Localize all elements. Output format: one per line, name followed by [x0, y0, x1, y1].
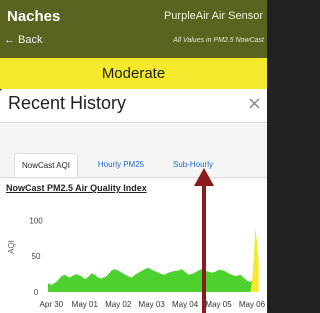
x-tick-label: May 03 — [139, 300, 166, 309]
close-icon[interactable]: × — [247, 93, 262, 114]
aqi-category-banner: Moderate — [0, 58, 267, 89]
tab-sub-hourly[interactable]: Sub-Hourly — [162, 153, 224, 177]
y-tick-label: 50 — [32, 252, 41, 261]
values-note: All Values in PM2.5 NowCast — [173, 37, 264, 44]
x-tick-label: Apr 30 — [40, 300, 64, 309]
tab-nowcast-aqi[interactable]: NowCast AQI — [14, 153, 78, 177]
back-button[interactable]: ← Back — [4, 34, 43, 46]
location-title: Naches — [7, 8, 61, 25]
tab-hourly-pm25[interactable]: Hourly PM25 — [88, 153, 154, 177]
x-tick-label: May 02 — [105, 300, 132, 309]
panel-title: Recent History — [8, 93, 127, 113]
title-bar: Naches PurpleAir Air Sensor ← Back All V… — [0, 0, 267, 58]
y-axis-label: AQI — [7, 240, 16, 254]
x-tick-label: May 06 — [239, 300, 266, 309]
x-tick-label: May 05 — [205, 300, 232, 309]
x-tick-label: May 04 — [172, 300, 199, 309]
y-tick-label: 0 — [34, 288, 39, 297]
aqi-chart: AQI 0 50 100 Apr 30 May 01 May 02 May 03 May 0… — [7, 216, 266, 309]
x-tick-label: May 01 — [72, 300, 99, 309]
sensor-name: PurpleAir Air Sensor — [163, 10, 263, 22]
chart-title: NowCast PM2.5 Air Quality Index — [6, 183, 147, 193]
tab-underline — [0, 177, 267, 178]
series-area-0 — [48, 267, 254, 292]
y-tick-label: 100 — [29, 216, 43, 225]
recent-history-panel: Recent History × NowCast AQI Hourly PM25… — [0, 89, 267, 313]
